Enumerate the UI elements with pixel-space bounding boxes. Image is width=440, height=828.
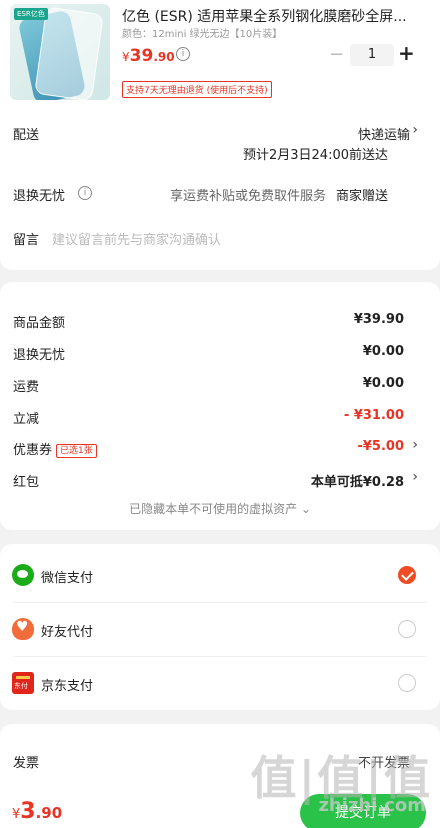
payment-option-friend[interactable]: 好友代付 — [0, 602, 440, 656]
freight-value: ¥0.00 — [362, 376, 404, 391]
goods-amount-value: ¥39.90 — [353, 312, 404, 327]
return-service-desc: 享运费补贴或免费取件服务 — [169, 189, 326, 204]
quantity-field[interactable]: 1 — [350, 44, 394, 66]
payment-option-label: 好友代付 — [41, 625, 94, 640]
discount-label: 立减 — [13, 412, 40, 427]
return-fee-value: ¥0.00 — [362, 344, 404, 359]
price-info-icon[interactable]: i — [176, 47, 190, 61]
screen-protector-image — [34, 6, 104, 100]
jd-pay-icon — [12, 672, 34, 694]
price-summary-card: 商品金额 ¥39.90 退换无忧 ¥0.00 运费 ¥0.00 立减 - ¥31… — [0, 282, 440, 530]
order-total: ¥3.90 — [12, 799, 63, 824]
payment-option-label: 微信支付 — [41, 571, 94, 586]
goods-amount-label: 商品金额 — [13, 316, 66, 331]
payment-option-jd[interactable]: 京东支付 — [0, 656, 440, 710]
quantity-increase-button[interactable]: + — [398, 41, 415, 65]
product-title[interactable]: 亿色 (ESR) 适用苹果全系列钢化膜磨砂全屏... — [122, 6, 422, 26]
message-input[interactable]: 建议留言前先与商家沟通确认 — [52, 229, 221, 248]
coupon-selected-badge: 已选1张 — [56, 443, 97, 458]
coupon-chevron-icon[interactable]: › — [412, 437, 418, 453]
redpack-label: 红包 — [13, 475, 40, 490]
payment-option-label: 京东支付 — [41, 679, 94, 694]
discount-value: - ¥31.00 — [343, 408, 404, 423]
brand-tag: ESR亿色 — [14, 8, 48, 20]
product-thumbnail[interactable]: ESR亿色 — [10, 4, 110, 100]
product-spec[interactable]: 颜色：12mini 绿光无边【10片装】 — [122, 25, 282, 40]
freight-label: 运费 — [13, 380, 40, 395]
hidden-assets-toggle[interactable]: 已隐藏本单不可使用的虚拟资产 ⌄ — [0, 500, 440, 517]
shipping-eta: 预计2月3日24:00前送达 — [242, 148, 388, 163]
payment-radio[interactable] — [398, 674, 416, 692]
invoice-label: 发票 — [13, 756, 40, 771]
product-price: ¥39.90 — [122, 46, 175, 66]
watermark-site: zhizhi.com — [318, 795, 426, 816]
order-item-card: ESR亿色 亿色 (ESR) 适用苹果全系列钢化膜磨砂全屏... 颜色：12mi… — [0, 0, 440, 270]
return-fee-label: 退换无忧 — [13, 348, 66, 363]
quantity-decrease-button[interactable]: − — [329, 44, 344, 65]
coupon-label[interactable]: 优惠券 已选1张 — [13, 439, 97, 458]
return-service-gift: 商家赠送 — [335, 189, 388, 204]
payment-option-wechat[interactable]: 微信支付 — [0, 548, 440, 602]
refund-policy-badge: 支持7天无理由退货 (使用后不支持) — [122, 81, 272, 98]
redpack-value[interactable]: 本单可抵¥0.28 — [311, 471, 404, 490]
shipping-method[interactable]: 快递运输 — [358, 124, 410, 143]
coupon-value[interactable]: -¥5.00 — [357, 439, 404, 454]
payment-radio[interactable] — [398, 620, 416, 638]
shipping-label: 配送 — [13, 128, 40, 143]
shipping-chevron-icon[interactable]: › — [412, 122, 418, 138]
return-info-icon[interactable]: i — [78, 186, 92, 200]
friend-pay-icon — [12, 618, 34, 640]
return-service-label: 退换无忧 — [13, 189, 66, 204]
payment-radio-selected[interactable] — [398, 566, 416, 584]
wechat-pay-icon — [12, 564, 34, 586]
redpack-chevron-icon[interactable]: › — [412, 469, 418, 485]
payment-methods-card: 微信支付 好友代付 京东支付 — [0, 544, 440, 710]
message-label: 留言 — [13, 233, 40, 248]
